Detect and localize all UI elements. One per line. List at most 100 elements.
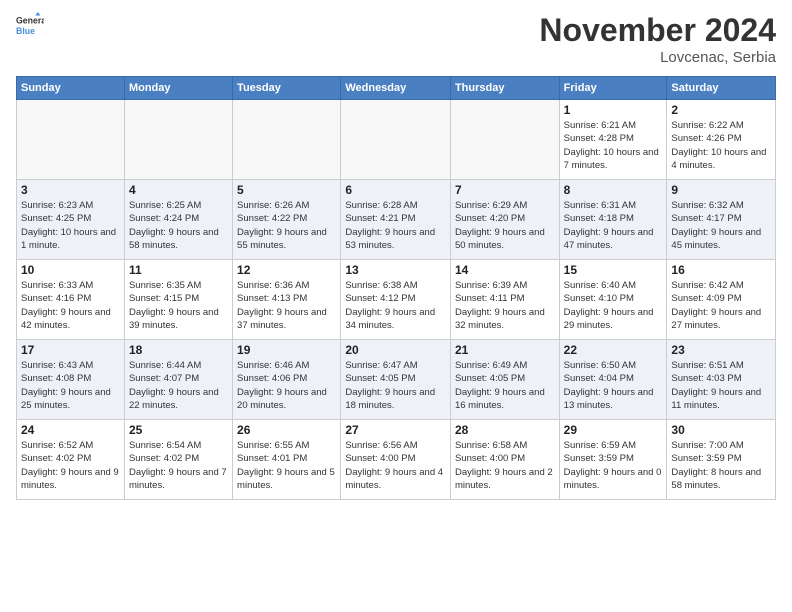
table-row: 14Sunrise: 6:39 AMSunset: 4:11 PMDayligh…: [450, 260, 559, 340]
day-number: 16: [671, 263, 771, 277]
day-info: Sunrise: 6:54 AMSunset: 4:02 PMDaylight:…: [129, 439, 228, 492]
day-info: Sunrise: 6:31 AMSunset: 4:18 PMDaylight:…: [564, 199, 663, 252]
day-number: 21: [455, 343, 555, 357]
table-row: [17, 100, 125, 180]
day-info: Sunrise: 6:55 AMSunset: 4:01 PMDaylight:…: [237, 439, 336, 492]
header-sunday: Sunday: [17, 77, 125, 100]
day-number: 1: [564, 103, 663, 117]
day-info: Sunrise: 6:42 AMSunset: 4:09 PMDaylight:…: [671, 279, 771, 332]
day-number: 4: [129, 183, 228, 197]
day-info: Sunrise: 6:29 AMSunset: 4:20 PMDaylight:…: [455, 199, 555, 252]
location-subtitle: Lovcenac, Serbia: [539, 49, 776, 66]
calendar-table: Sunday Monday Tuesday Wednesday Thursday…: [16, 76, 776, 500]
day-info: Sunrise: 6:36 AMSunset: 4:13 PMDaylight:…: [237, 279, 336, 332]
header-monday: Monday: [124, 77, 232, 100]
day-info: Sunrise: 6:59 AMSunset: 3:59 PMDaylight:…: [564, 439, 663, 492]
table-row: 23 Sunrise: 6:51 AMSunset: 4:03 PMDayligh…: [667, 340, 776, 420]
table-row: 11Sunrise: 6:35 AMSunset: 4:15 PMDayligh…: [124, 260, 232, 340]
table-row: 7Sunrise: 6:29 AMSunset: 4:20 PMDaylight…: [450, 180, 559, 260]
table-row: [233, 100, 341, 180]
day-info: Sunrise: 6:43 AMSunset: 4:08 PMDaylight:…: [21, 359, 120, 412]
day-number: 26: [237, 423, 336, 437]
table-row: [124, 100, 232, 180]
table-row: 28 Sunrise: 6:58 AMSunset: 4:00 PMDayligh…: [450, 420, 559, 500]
table-row: 5 Sunrise: 6:26 AMSunset: 4:22 PMDaylight…: [233, 180, 341, 260]
day-number: 18: [129, 343, 228, 357]
logo-icon: General Blue: [16, 12, 44, 40]
day-number: 19: [237, 343, 336, 357]
day-info: Sunrise: 6:28 AMSunset: 4:21 PMDaylight:…: [345, 199, 446, 252]
table-row: 24 Sunrise: 6:52 AMSunset: 4:02 PMDayligh…: [17, 420, 125, 500]
table-row: 1 Sunrise: 6:21 AMSunset: 4:28 PMDaylight…: [559, 100, 667, 180]
day-info: Sunrise: 6:52 AMSunset: 4:02 PMDaylight:…: [21, 439, 120, 492]
header-tuesday: Tuesday: [233, 77, 341, 100]
day-number: 15: [564, 263, 663, 277]
day-number: 13: [345, 263, 446, 277]
calendar-week-row: 1 Sunrise: 6:21 AMSunset: 4:28 PMDaylight…: [17, 100, 776, 180]
calendar-week-row: 10 Sunrise: 6:33 AMSunset: 4:16 PMDayligh…: [17, 260, 776, 340]
table-row: 2 Sunrise: 6:22 AMSunset: 4:26 PMDaylight…: [667, 100, 776, 180]
day-info: Sunrise: 6:38 AMSunset: 4:12 PMDaylight:…: [345, 279, 446, 332]
day-info: Sunrise: 6:32 AMSunset: 4:17 PMDaylight:…: [671, 199, 771, 252]
logo: General Blue: [16, 12, 44, 40]
header-friday: Friday: [559, 77, 667, 100]
svg-text:General: General: [16, 15, 44, 25]
calendar-week-row: 24 Sunrise: 6:52 AMSunset: 4:02 PMDayligh…: [17, 420, 776, 500]
day-number: 10: [21, 263, 120, 277]
calendar-week-row: 17 Sunrise: 6:43 AMSunset: 4:08 PMDayligh…: [17, 340, 776, 420]
day-info: Sunrise: 6:51 AMSunset: 4:03 PMDaylight:…: [671, 359, 771, 412]
day-info: Sunrise: 6:21 AMSunset: 4:28 PMDaylight:…: [564, 119, 663, 172]
table-row: 4 Sunrise: 6:25 AMSunset: 4:24 PMDaylight…: [124, 180, 232, 260]
day-info: Sunrise: 6:40 AMSunset: 4:10 PMDaylight:…: [564, 279, 663, 332]
header-wednesday: Wednesday: [341, 77, 451, 100]
day-info: Sunrise: 6:33 AMSunset: 4:16 PMDaylight:…: [21, 279, 120, 332]
table-row: 26 Sunrise: 6:55 AMSunset: 4:01 PMDayligh…: [233, 420, 341, 500]
day-number: 2: [671, 103, 771, 117]
day-number: 20: [345, 343, 446, 357]
day-number: 6: [345, 183, 446, 197]
day-number: 17: [21, 343, 120, 357]
day-number: 9: [671, 183, 771, 197]
table-row: 9 Sunrise: 6:32 AMSunset: 4:17 PMDaylight…: [667, 180, 776, 260]
table-row: 12 Sunrise: 6:36 AMSunset: 4:13 PMDayligh…: [233, 260, 341, 340]
table-row: 27 Sunrise: 6:56 AMSunset: 4:00 PMDayligh…: [341, 420, 451, 500]
table-row: 29Sunrise: 6:59 AMSunset: 3:59 PMDayligh…: [559, 420, 667, 500]
day-number: 28: [455, 423, 555, 437]
day-info: Sunrise: 6:35 AMSunset: 4:15 PMDaylight:…: [129, 279, 228, 332]
day-number: 22: [564, 343, 663, 357]
day-info: Sunrise: 6:58 AMSunset: 4:00 PMDaylight:…: [455, 439, 555, 492]
day-info: Sunrise: 6:56 AMSunset: 4:00 PMDaylight:…: [345, 439, 446, 492]
day-info: Sunrise: 6:49 AMSunset: 4:05 PMDaylight:…: [455, 359, 555, 412]
header-thursday: Thursday: [450, 77, 559, 100]
table-row: 25Sunrise: 6:54 AMSunset: 4:02 PMDayligh…: [124, 420, 232, 500]
table-row: 3Sunrise: 6:23 AMSunset: 4:25 PMDaylight…: [17, 180, 125, 260]
table-row: [341, 100, 451, 180]
table-row: 10 Sunrise: 6:33 AMSunset: 4:16 PMDayligh…: [17, 260, 125, 340]
day-number: 12: [237, 263, 336, 277]
table-row: 15 Sunrise: 6:40 AMSunset: 4:10 PMDayligh…: [559, 260, 667, 340]
table-row: 6 Sunrise: 6:28 AMSunset: 4:21 PMDaylight…: [341, 180, 451, 260]
day-number: 23: [671, 343, 771, 357]
day-number: 5: [237, 183, 336, 197]
day-info: Sunrise: 7:00 AMSunset: 3:59 PMDaylight:…: [671, 439, 771, 492]
table-row: 20 Sunrise: 6:47 AMSunset: 4:05 PMDayligh…: [341, 340, 451, 420]
table-row: 16 Sunrise: 6:42 AMSunset: 4:09 PMDayligh…: [667, 260, 776, 340]
svg-text:Blue: Blue: [16, 26, 35, 36]
day-number: 8: [564, 183, 663, 197]
day-info: Sunrise: 6:25 AMSunset: 4:24 PMDaylight:…: [129, 199, 228, 252]
day-info: Sunrise: 6:44 AMSunset: 4:07 PMDaylight:…: [129, 359, 228, 412]
table-row: 22 Sunrise: 6:50 AMSunset: 4:04 PMDayligh…: [559, 340, 667, 420]
day-info: Sunrise: 6:22 AMSunset: 4:26 PMDaylight:…: [671, 119, 771, 172]
day-info: Sunrise: 6:50 AMSunset: 4:04 PMDaylight:…: [564, 359, 663, 412]
day-info: Sunrise: 6:23 AMSunset: 4:25 PMDaylight:…: [21, 199, 120, 252]
day-info: Sunrise: 6:47 AMSunset: 4:05 PMDaylight:…: [345, 359, 446, 412]
day-number: 14: [455, 263, 555, 277]
calendar-week-row: 3Sunrise: 6:23 AMSunset: 4:25 PMDaylight…: [17, 180, 776, 260]
day-number: 24: [21, 423, 120, 437]
day-number: 27: [345, 423, 446, 437]
table-row: 30Sunrise: 7:00 AMSunset: 3:59 PMDayligh…: [667, 420, 776, 500]
table-row: 18 Sunrise: 6:44 AMSunset: 4:07 PMDayligh…: [124, 340, 232, 420]
table-row: [450, 100, 559, 180]
day-info: Sunrise: 6:26 AMSunset: 4:22 PMDaylight:…: [237, 199, 336, 252]
header-saturday: Saturday: [667, 77, 776, 100]
